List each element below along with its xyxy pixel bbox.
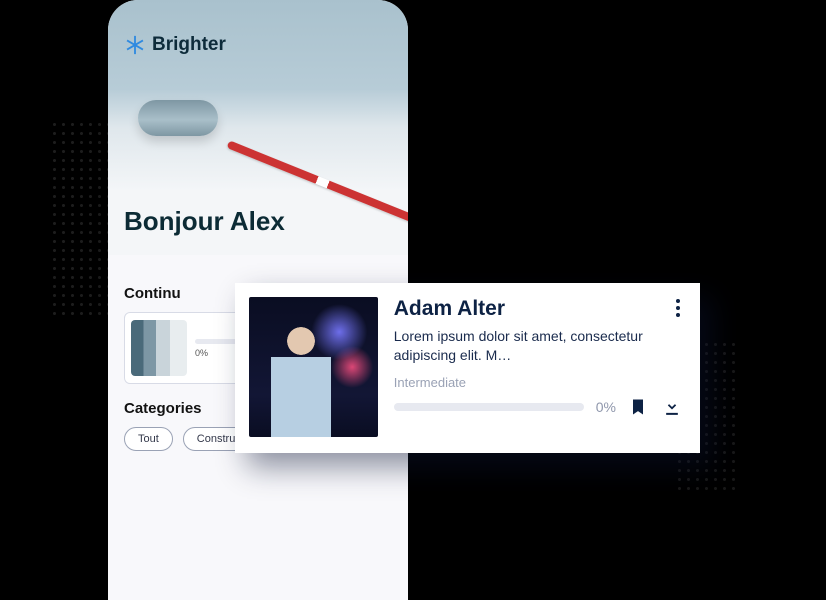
course-detail-card[interactable]: Adam Alter Lorem ipsum dolor sit amet, c… [235,283,700,453]
course-thumbnail [249,297,378,437]
paint-roller-illustration [138,100,218,136]
course-progress-bar [394,403,584,411]
course-author: Adam Alter [394,297,682,321]
brand-logo[interactable]: Brighter [124,34,226,56]
more-options-button[interactable] [672,295,684,321]
course-level: Intermediate [394,375,682,390]
download-icon[interactable] [662,396,682,418]
category-chip-tout[interactable]: Tout [124,427,173,451]
asterisk-icon [124,34,146,56]
course-progress-label: 0% [596,399,616,415]
continue-card-progress-label: 0% [195,348,208,358]
brand-name: Brighter [152,34,226,56]
greeting-text: Bonjour Alex [124,206,285,237]
hero-banner: Brighter Bonjour Alex [108,0,408,255]
bookmark-icon[interactable] [628,396,648,418]
continue-card-thumbnail [131,320,187,376]
course-description: Lorem ipsum dolor sit amet, consectetur … [394,327,682,365]
